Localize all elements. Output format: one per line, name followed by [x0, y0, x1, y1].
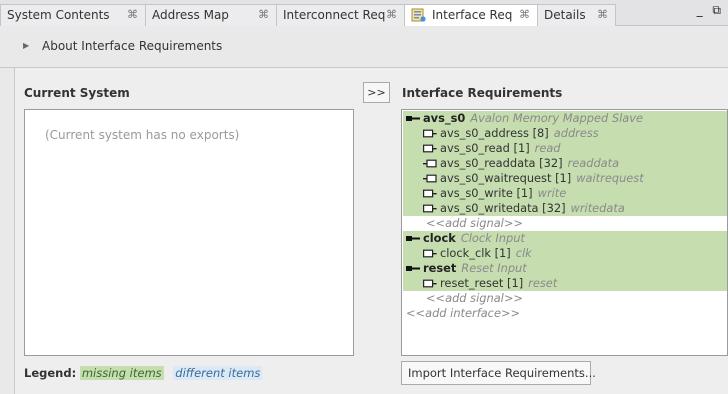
add-signal-label: <<add signal>>: [426, 216, 523, 230]
interface-icon: [406, 111, 423, 125]
signal-row[interactable]: avs_s0_waitrequest [1] waitrequest: [403, 171, 727, 186]
interface-type: Avalon Memory Mapped Slave: [470, 111, 643, 125]
close-tab-icon[interactable]: ⌘: [127, 8, 138, 21]
tab-address-map[interactable]: Address Map ⌘: [145, 4, 277, 26]
output-port-icon: [423, 276, 440, 290]
output-port-icon: [423, 186, 440, 200]
interface-type: Reset Input: [461, 261, 527, 275]
signal-role: readdata: [567, 156, 620, 170]
current-system-title: Current System: [24, 86, 130, 100]
about-section[interactable]: ▶ About Interface Requirements: [0, 26, 728, 68]
tab-interconnect-req[interactable]: Interconnect Req ⌘: [276, 4, 405, 26]
signal-role: read: [534, 141, 561, 155]
tab-label: Address Map: [152, 8, 229, 22]
signal-role: write: [537, 186, 567, 200]
about-label[interactable]: About Interface Requirements: [42, 39, 222, 53]
interface-icon: [406, 231, 423, 245]
signal-name: avs_s0_write [1]: [440, 186, 533, 200]
interface-requirements-tree[interactable]: avs_s0 Avalon Memory Mapped Slave avs_s0_a…: [401, 109, 728, 356]
signal-role: waitrequest: [576, 171, 644, 185]
tab-label: Interconnect Req: [283, 8, 386, 22]
signal-name: avs_s0_writedata [32]: [440, 201, 566, 215]
tab-label: Interface Req: [432, 8, 513, 22]
add-signal-row[interactable]: <<add signal>>: [403, 216, 727, 231]
interface-requirements-icon: [411, 8, 426, 22]
output-port-icon: [423, 246, 440, 260]
window-controls[interactable]: _ ⧉: [697, 3, 724, 18]
interface-name: clock: [423, 231, 456, 245]
interface-row[interactable]: reset Reset Input: [403, 261, 727, 276]
tab-label: System Contents: [7, 8, 110, 22]
interface-row[interactable]: clock Clock Input: [403, 231, 727, 246]
interface-name: avs_s0: [423, 111, 466, 125]
editor-tab-bar: System Contents ⌘ Address Map ⌘ Intercon…: [0, 0, 728, 27]
signal-row[interactable]: avs_s0_writedata [32] writedata: [403, 201, 727, 216]
tab-label: Details: [544, 8, 586, 22]
signal-role: clk: [515, 246, 532, 260]
close-tab-icon[interactable]: ⌘: [258, 8, 269, 21]
input-port-icon: [423, 171, 440, 185]
signal-row[interactable]: reset_reset [1] reset: [403, 276, 727, 291]
signal-name: clock_clk [1]: [440, 246, 511, 260]
import-interface-requirements-button[interactable]: Import Interface Requirements...: [401, 361, 596, 385]
signal-row[interactable]: avs_s0_read [1] read: [403, 141, 727, 156]
add-signal-label: <<add signal>>: [426, 291, 523, 305]
signal-row[interactable]: clock_clk [1] clk: [403, 246, 727, 261]
tab-system-contents[interactable]: System Contents ⌘: [0, 4, 146, 26]
input-port-icon: [423, 156, 440, 170]
legend-different-items: different items: [173, 366, 263, 380]
chevron-right-icon[interactable]: ▶: [23, 41, 29, 50]
signal-row[interactable]: avs_s0_readdata [32] readdata: [403, 156, 727, 171]
output-port-icon: [423, 141, 440, 155]
signal-row[interactable]: avs_s0_write [1] write: [403, 186, 727, 201]
interface-name: reset: [423, 261, 457, 275]
output-port-icon: [423, 126, 440, 140]
signal-role: address: [553, 126, 599, 140]
current-system-placeholder: (Current system has no exports): [45, 128, 240, 142]
close-tab-icon[interactable]: ⌘: [386, 8, 397, 21]
interface-requirements-title: Interface Requirements: [402, 86, 563, 100]
add-interface-label: <<add interface>>: [406, 306, 521, 320]
signal-name: avs_s0_read [1]: [440, 141, 530, 155]
interface-type: Clock Input: [460, 231, 525, 245]
close-tab-icon[interactable]: ⌘: [597, 8, 608, 21]
legend-missing-items: missing items: [79, 366, 164, 380]
legend-label: Legend:: [24, 366, 77, 380]
transfer-button[interactable]: >>: [363, 82, 390, 103]
signal-row[interactable]: avs_s0_address [8] address: [403, 126, 727, 141]
legend: Legend: missing items different items: [24, 366, 263, 380]
signal-name: avs_s0_waitrequest [1]: [440, 171, 572, 185]
add-interface-row[interactable]: <<add interface>>: [403, 306, 727, 321]
interface-row[interactable]: avs_s0 Avalon Memory Mapped Slave: [403, 111, 727, 126]
current-system-box[interactable]: (Current system has no exports): [24, 109, 354, 356]
close-tab-icon[interactable]: ⌘: [519, 8, 530, 21]
interface-icon: [406, 261, 423, 275]
signal-role: writedata: [570, 201, 625, 215]
signal-name: avs_s0_readdata [32]: [440, 156, 563, 170]
signal-name: avs_s0_address [8]: [440, 126, 549, 140]
tab-details[interactable]: Details ⌘: [537, 4, 616, 26]
output-port-icon: [423, 201, 440, 215]
tab-interface-req[interactable]: Interface Req ⌘: [404, 4, 538, 27]
signal-role: reset: [528, 276, 558, 290]
add-signal-row[interactable]: <<add signal>>: [403, 291, 727, 306]
signal-name: reset_reset [1]: [440, 276, 524, 290]
